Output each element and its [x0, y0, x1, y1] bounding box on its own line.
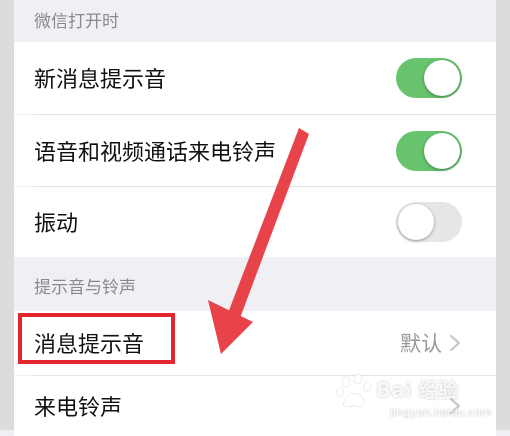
section-header-sounds: 提示音与铃声: [34, 278, 136, 298]
message-tone-value: 默认: [400, 332, 442, 356]
toggle-knob: [398, 204, 434, 240]
toggle-knob: [424, 60, 460, 96]
row-label: 语音和视频通话来电铃声: [34, 140, 277, 166]
settings-screen: 微信打开时 新消息提示音 语音和视频通话来电铃声 振动 提示音与铃声 消息提示音…: [0, 0, 510, 436]
paw-logo-icon: [336, 373, 371, 408]
row-label: 振动: [34, 212, 79, 237]
row-label: 新消息提示音: [34, 68, 167, 93]
settings-row-new-message-sound[interactable]: 新消息提示音: [14, 42, 496, 114]
settings-row-vibration[interactable]: 振动: [14, 187, 496, 257]
call-ringtone-toggle[interactable]: [396, 130, 462, 171]
left-gutter: [0, 0, 14, 430]
row-label: 来电铃声: [34, 396, 123, 421]
watermark-brand: Bai 经验: [376, 378, 459, 402]
chevron-right-icon: [449, 334, 461, 352]
watermark-url: jingyan.baidu.com: [390, 406, 492, 419]
toggle-knob: [424, 132, 460, 169]
settings-row-call-ringtone[interactable]: 语音和视频通话来电铃声: [14, 115, 496, 186]
highlight-box: [18, 313, 175, 364]
right-gutter: [496, 0, 510, 430]
new-message-sound-toggle[interactable]: [396, 58, 462, 98]
baidu-jingyan-watermark: Bai 经验 jingyan.baidu.com: [332, 370, 492, 428]
vibration-toggle[interactable]: [396, 202, 462, 242]
section-header-wechat-open: 微信打开时: [34, 12, 119, 32]
